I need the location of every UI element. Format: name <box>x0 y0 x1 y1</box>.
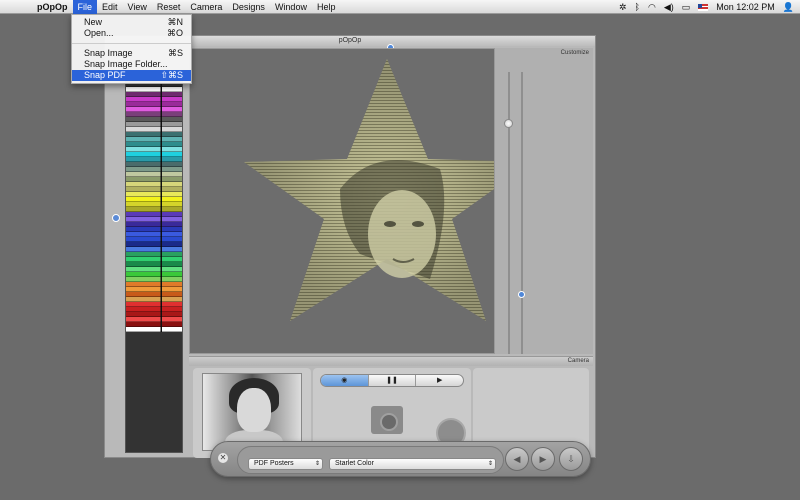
menu-window[interactable]: Window <box>270 0 312 14</box>
menu-item-snap-image[interactable]: Snap Image ⌘S <box>72 48 191 59</box>
play-button[interactable]: ▶ <box>416 375 463 386</box>
camera-segmented-control: ◉ ❚❚ ▶ <box>320 374 464 387</box>
floating-hud: ✕ PDF Posters ⇕ Starlet Color ⇕ ◀ ▶ ⇩ <box>210 441 591 477</box>
main-window: pOpOp Customize Camera ◉ ❚❚ ▶ <box>104 35 596 458</box>
bluetooth-icon[interactable]: ᛒ <box>635 0 640 14</box>
menu-app-name[interactable]: pOpOp <box>32 0 73 14</box>
customize-panel: Customize <box>494 48 593 354</box>
menu-designs[interactable]: Designs <box>227 0 270 14</box>
menubar: pOpOp File Edit View Reset Camera Design… <box>0 0 800 14</box>
select-arrows-icon: ⇕ <box>314 461 320 467</box>
close-icon[interactable]: ✕ <box>218 453 228 463</box>
slider-track-1[interactable] <box>508 72 510 354</box>
camera-icon[interactable] <box>371 406 403 434</box>
menu-help[interactable]: Help <box>312 0 341 14</box>
menu-view[interactable]: View <box>123 0 152 14</box>
color-swatch[interactable] <box>126 327 182 332</box>
previous-button[interactable]: ◀ <box>505 447 529 471</box>
style-select[interactable]: Starlet Color ⇕ <box>329 458 496 470</box>
source-photo[interactable] <box>202 373 302 451</box>
input-flag-icon[interactable] <box>698 3 709 11</box>
file-menu-dropdown: New ⌘N Open... ⌘O Snap Image ⌘S Snap Image … <box>71 14 192 84</box>
category-select[interactable]: PDF Posters ⇕ <box>248 458 323 470</box>
menu-separator <box>72 43 191 44</box>
pause-button[interactable]: ❚❚ <box>369 375 417 386</box>
status-area: ✲ ᛒ ◠ ◀) ▭ Mon 12:02 PM 👤 <box>619 0 794 14</box>
slider-knob-2[interactable] <box>518 291 525 298</box>
palette-slider-knob[interactable] <box>112 214 120 222</box>
camera-label: Camera <box>567 358 589 364</box>
menu-item-new[interactable]: New ⌘N <box>72 17 191 28</box>
slider-knob-1[interactable] <box>504 119 513 128</box>
hud-selector-track: PDF Posters ⇕ Starlet Color ⇕ <box>237 446 504 474</box>
menu-item-snap-pdf[interactable]: Snap PDF ⇧⌘S <box>72 70 191 81</box>
menu-edit[interactable]: Edit <box>97 0 123 14</box>
menu-file[interactable]: File <box>72 0 98 14</box>
menu-reset[interactable]: Reset <box>152 0 186 14</box>
battery-icon[interactable]: ▭ <box>682 0 691 14</box>
capture-button[interactable]: ◉ <box>321 375 369 386</box>
slider-track-2[interactable] <box>521 72 523 354</box>
color-palette[interactable] <box>125 81 183 453</box>
menu-item-open[interactable]: Open... ⌘O <box>72 28 191 39</box>
menu-item-snap-image-folder[interactable]: Snap Image Folder... <box>72 59 191 70</box>
camera-section-bar: Camera <box>189 356 593 366</box>
wifi-icon[interactable]: ◠ <box>648 0 656 14</box>
select-arrows-icon: ⇕ <box>487 461 493 467</box>
customize-label: Customize <box>560 50 589 56</box>
export-button[interactable]: ⇩ <box>559 447 583 471</box>
next-button[interactable]: ▶ <box>531 447 555 471</box>
menu-camera[interactable]: Camera <box>185 0 227 14</box>
user-icon[interactable]: 👤 <box>783 0 794 14</box>
gear-status-icon[interactable]: ✲ <box>619 0 627 14</box>
volume-icon[interactable]: ◀) <box>664 0 674 14</box>
menubar-clock[interactable]: Mon 12:02 PM <box>716 0 775 14</box>
